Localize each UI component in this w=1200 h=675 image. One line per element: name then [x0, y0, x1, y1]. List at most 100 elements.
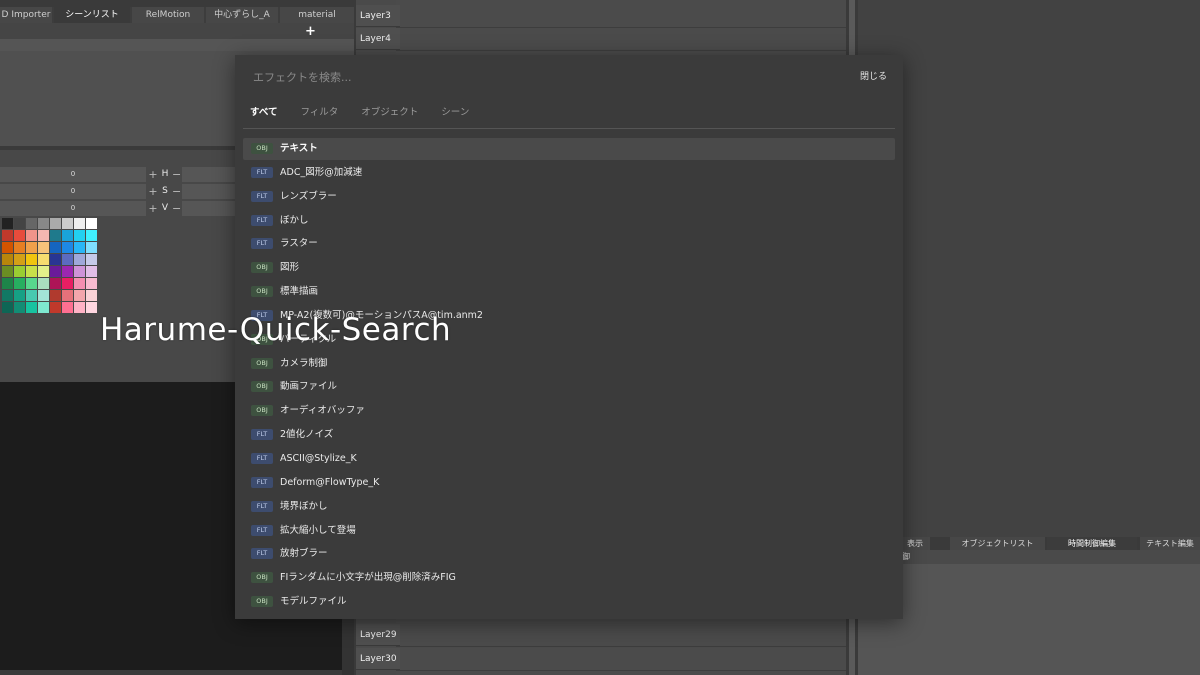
- palette-swatch[interactable]: [74, 230, 85, 241]
- filter-tab-all[interactable]: すべて: [250, 104, 277, 118]
- palette-swatch[interactable]: [62, 230, 73, 241]
- palette-swatch[interactable]: [14, 278, 25, 289]
- palette-swatch[interactable]: [26, 254, 37, 265]
- palette-swatch[interactable]: [38, 242, 49, 253]
- palette-swatch[interactable]: [86, 218, 97, 229]
- palette-swatch[interactable]: [2, 230, 13, 241]
- tab-material[interactable]: material: [280, 7, 354, 23]
- palette-swatch[interactable]: [62, 242, 73, 253]
- result-item[interactable]: FLT 境界ぼかし: [243, 496, 895, 518]
- result-item[interactable]: OBJ FIランダムに小文字が出現@削除済みFIG: [243, 567, 895, 589]
- palette-swatch[interactable]: [50, 242, 61, 253]
- result-item[interactable]: FLT 2値化ノイズ: [243, 424, 895, 446]
- palette-swatch[interactable]: [74, 254, 85, 265]
- palette-swatch[interactable]: [14, 254, 25, 265]
- palette-swatch[interactable]: [50, 230, 61, 241]
- result-item[interactable]: OBJ オーディオバッファ: [243, 400, 895, 422]
- palette-swatch[interactable]: [74, 218, 85, 229]
- palette-swatch[interactable]: [86, 302, 97, 313]
- palette-swatch[interactable]: [86, 242, 97, 253]
- palette-swatch[interactable]: [86, 290, 97, 301]
- palette-swatch[interactable]: [86, 254, 97, 265]
- palette-swatch[interactable]: [26, 218, 37, 229]
- s-value-field[interactable]: 0: [0, 184, 146, 199]
- layer-label[interactable]: Layer3: [356, 5, 400, 27]
- palette-swatch[interactable]: [26, 290, 37, 301]
- palette-swatch[interactable]: [50, 302, 61, 313]
- result-item[interactable]: OBJ カメラ制御: [243, 353, 895, 375]
- palette-swatch[interactable]: [14, 230, 25, 241]
- tab-display[interactable]: 表示: [900, 537, 930, 550]
- palette-swatch[interactable]: [38, 266, 49, 277]
- palette-swatch[interactable]: [38, 302, 49, 313]
- palette-swatch[interactable]: [50, 290, 61, 301]
- layer-label[interactable]: Layer4: [356, 28, 400, 50]
- result-item[interactable]: FLT ラスター: [243, 233, 895, 255]
- palette-swatch[interactable]: [74, 242, 85, 253]
- palette-swatch[interactable]: [50, 278, 61, 289]
- close-button[interactable]: 閉じる: [847, 69, 887, 83]
- result-item[interactable]: OBJ テキスト: [243, 138, 895, 160]
- tab-d-importer[interactable]: D Importer: [0, 7, 52, 23]
- palette-swatch[interactable]: [38, 254, 49, 265]
- result-item[interactable]: FLT ADC_図形@加減速: [243, 162, 895, 184]
- palette-swatch[interactable]: [26, 302, 37, 313]
- palette-swatch[interactable]: [62, 266, 73, 277]
- search-input[interactable]: [251, 67, 815, 87]
- tab-time-control-edit[interactable]: 時間制御編集: [1047, 537, 1137, 550]
- palette-swatch[interactable]: [74, 278, 85, 289]
- v-increase-button[interactable]: +: [148, 201, 158, 216]
- palette-swatch[interactable]: [86, 266, 97, 277]
- result-item[interactable]: OBJ 図形: [243, 257, 895, 279]
- palette-swatch[interactable]: [14, 290, 25, 301]
- result-item[interactable]: OBJ モデルファイル: [243, 591, 895, 613]
- filter-tab-object[interactable]: オブジェクト: [361, 104, 418, 118]
- tab-center-shift[interactable]: 中心ずらし_A: [206, 7, 278, 23]
- tab-text-edit[interactable]: テキスト編集: [1140, 537, 1200, 550]
- palette-swatch[interactable]: [26, 242, 37, 253]
- result-item[interactable]: FLT ASCII@Stylize_K: [243, 448, 895, 470]
- s-increase-button[interactable]: +: [148, 184, 158, 199]
- palette-swatch[interactable]: [62, 218, 73, 229]
- tab-relmotion[interactable]: RelMotion: [132, 7, 204, 23]
- palette-swatch[interactable]: [14, 242, 25, 253]
- palette-swatch[interactable]: [50, 266, 61, 277]
- tab-scene-list[interactable]: シーンリスト: [54, 7, 130, 23]
- result-item[interactable]: FLT 放射ブラー: [243, 543, 895, 565]
- result-item[interactable]: FLT ぼかし: [243, 210, 895, 232]
- palette-swatch[interactable]: [62, 290, 73, 301]
- palette-swatch[interactable]: [86, 278, 97, 289]
- v-value-field[interactable]: 0: [0, 201, 146, 216]
- palette-swatch[interactable]: [62, 278, 73, 289]
- palette-swatch[interactable]: [14, 266, 25, 277]
- palette-swatch[interactable]: [86, 230, 97, 241]
- layer-label[interactable]: Layer30: [356, 648, 400, 670]
- palette-swatch[interactable]: [50, 254, 61, 265]
- filter-tab-filter[interactable]: フィルタ: [300, 104, 338, 118]
- palette-swatch[interactable]: [74, 290, 85, 301]
- h-increase-button[interactable]: +: [148, 167, 158, 182]
- h-value-field[interactable]: 0: [0, 167, 146, 182]
- palette-swatch[interactable]: [26, 230, 37, 241]
- palette-swatch[interactable]: [26, 278, 37, 289]
- palette-swatch[interactable]: [2, 242, 13, 253]
- palette-swatch[interactable]: [2, 218, 13, 229]
- palette-swatch[interactable]: [2, 266, 13, 277]
- palette-swatch[interactable]: [2, 278, 13, 289]
- add-tab-button[interactable]: +: [305, 24, 316, 39]
- result-item[interactable]: FLT レンズブラー: [243, 186, 895, 208]
- palette-swatch[interactable]: [38, 230, 49, 241]
- palette-swatch[interactable]: [2, 290, 13, 301]
- result-item[interactable]: FLT Deform@FlowType_K: [243, 472, 895, 494]
- filter-tab-scene[interactable]: シーン: [441, 104, 469, 118]
- palette-swatch[interactable]: [50, 218, 61, 229]
- v-decrease-button[interactable]: −: [172, 201, 181, 216]
- result-item[interactable]: OBJ 動画ファイル: [243, 376, 895, 398]
- palette-swatch[interactable]: [62, 302, 73, 313]
- s-decrease-button[interactable]: −: [172, 184, 181, 199]
- palette-swatch[interactable]: [26, 266, 37, 277]
- palette-swatch[interactable]: [74, 266, 85, 277]
- palette-swatch[interactable]: [38, 290, 49, 301]
- palette-swatch[interactable]: [62, 254, 73, 265]
- result-item[interactable]: OBJ 標準描画: [243, 281, 895, 303]
